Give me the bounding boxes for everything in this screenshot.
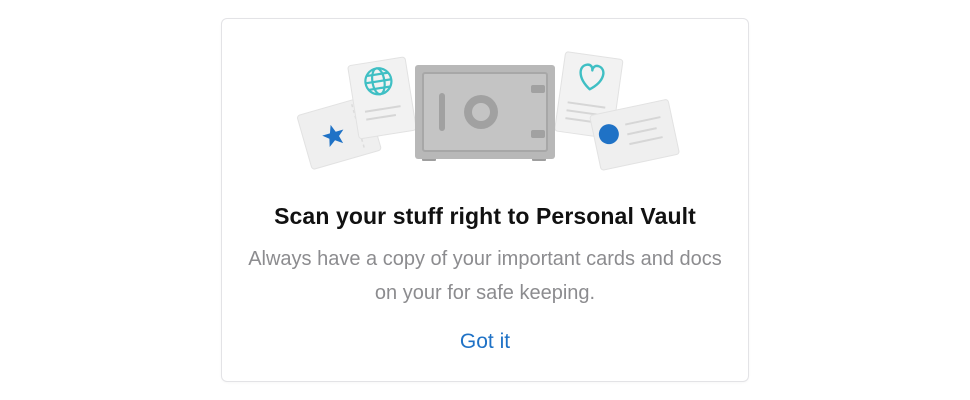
safe-icon bbox=[415, 65, 555, 161]
personal-vault-dialog: Scan your stuff right to Personal Vault … bbox=[221, 18, 749, 382]
vault-illustration bbox=[297, 51, 680, 171]
id-card-globe bbox=[347, 56, 417, 140]
got-it-button[interactable]: Got it bbox=[435, 327, 535, 357]
dialog-description: Always have a copy of your important car… bbox=[248, 248, 722, 304]
dialog-title: Scan your stuff right to Personal Vault bbox=[274, 203, 696, 229]
